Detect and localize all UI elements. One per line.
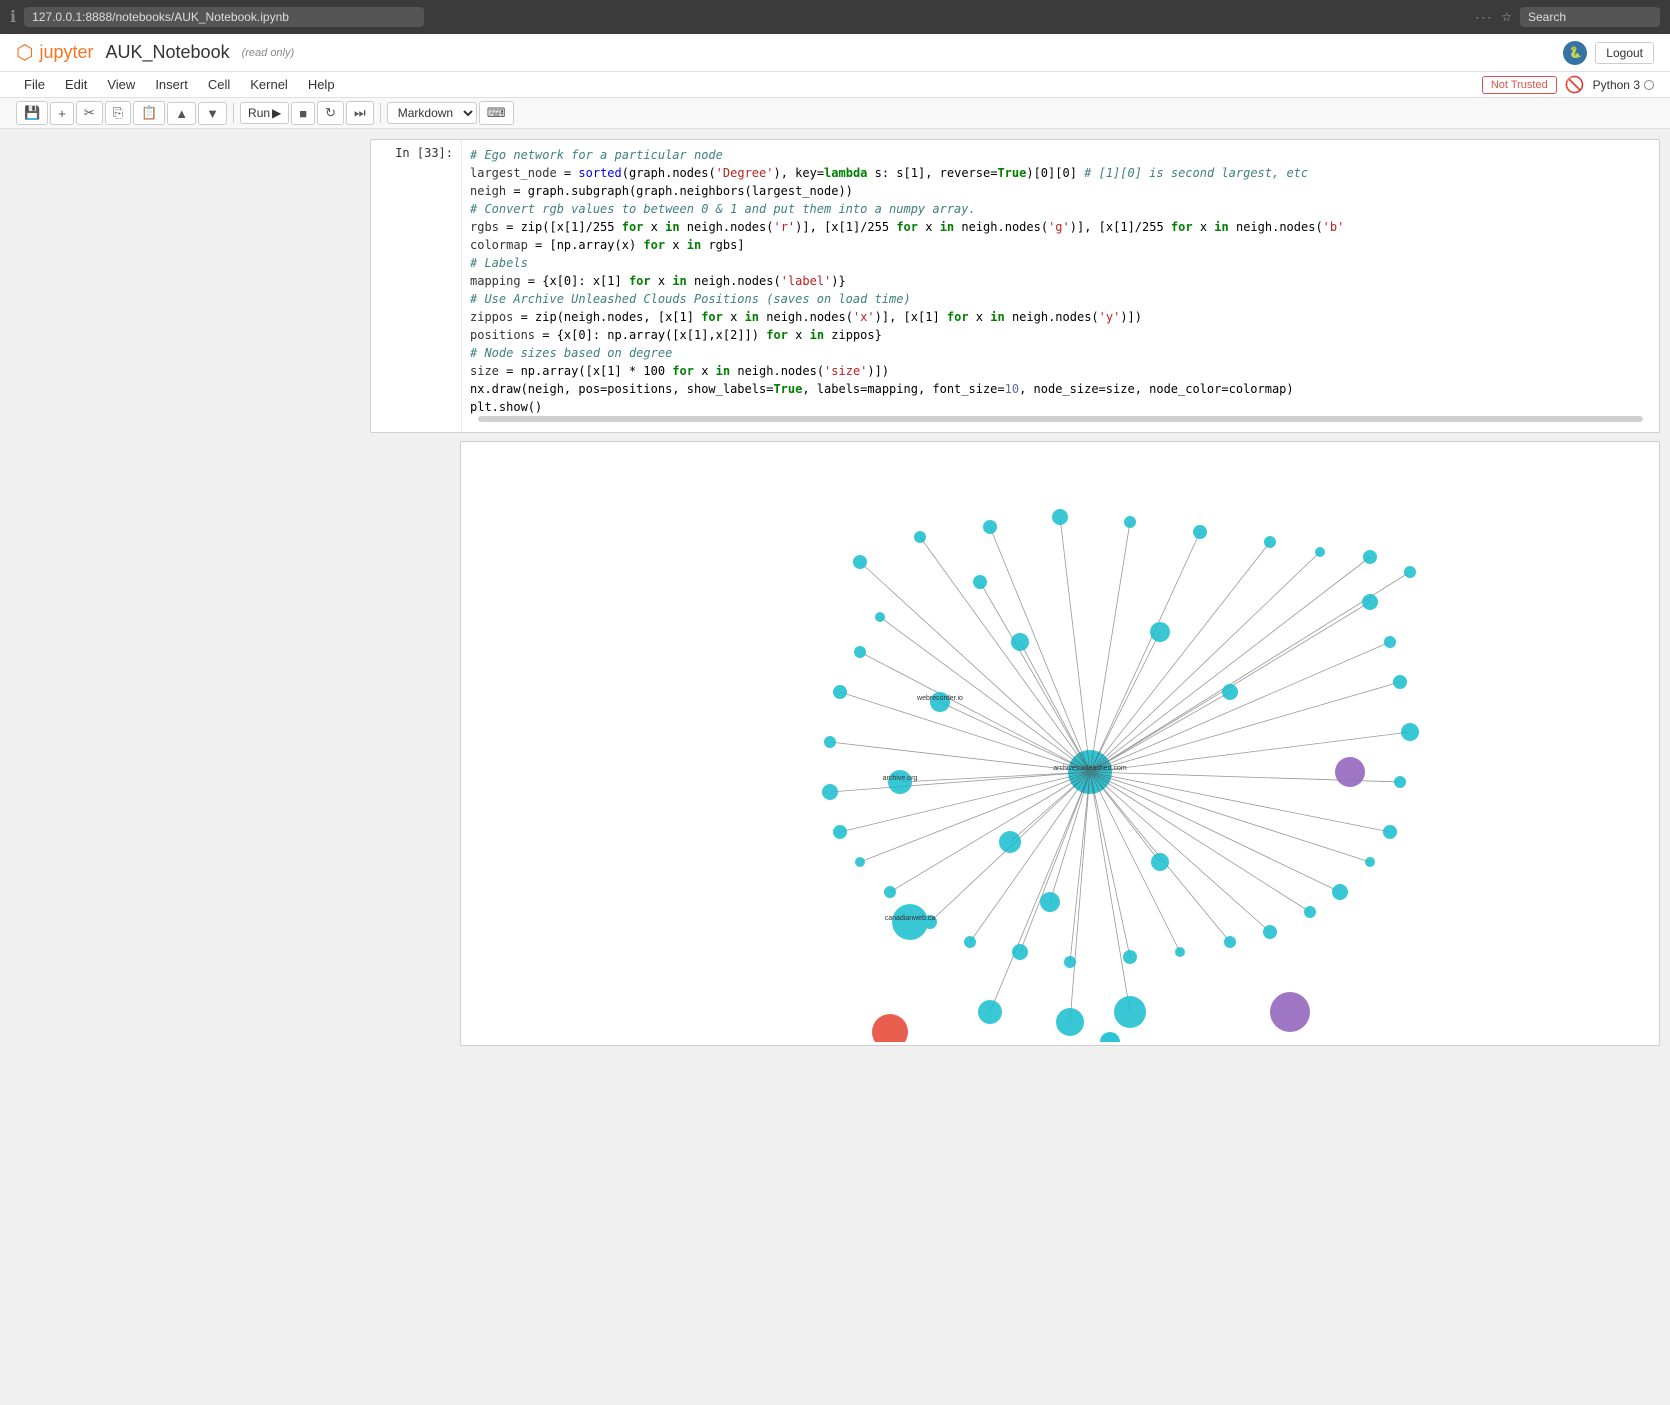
svg-text:archivesunleashed.com: archivesunleashed.com bbox=[1053, 765, 1127, 772]
save-button[interactable]: 💾 bbox=[16, 101, 48, 125]
paste-button[interactable]: 📋 bbox=[133, 101, 165, 125]
code-scrollbar[interactable] bbox=[478, 416, 1643, 422]
jupyter-logo: ⬡ jupyter bbox=[16, 40, 94, 65]
menu-edit[interactable]: Edit bbox=[57, 74, 95, 95]
cell-code[interactable]: # Ego network for a particular node larg… bbox=[461, 140, 1659, 432]
menu-view[interactable]: View bbox=[99, 74, 143, 95]
cut-button[interactable]: ✂ bbox=[76, 101, 103, 125]
menu-kernel[interactable]: Kernel bbox=[242, 74, 296, 95]
svg-text:webrecorder.io: webrecorder.io bbox=[916, 695, 963, 702]
kernel-status-dot bbox=[1644, 80, 1654, 90]
browser-icons: ··· ☆ Search bbox=[1475, 7, 1660, 27]
more-icon[interactable]: ··· bbox=[1475, 10, 1493, 24]
notebook-area: In [33]: # Ego network for a particular … bbox=[360, 129, 1670, 1404]
move-down-button[interactable]: ▼ bbox=[198, 102, 227, 125]
info-icon: ℹ bbox=[10, 7, 16, 27]
svg-text:archive.org: archive.org bbox=[883, 775, 918, 782]
cell-label: In [33]: bbox=[371, 140, 461, 166]
jupyter-brand: jupyter bbox=[39, 42, 93, 63]
add-cell-button[interactable]: + bbox=[50, 102, 74, 125]
network-graph: archivesunleashed.com canadianweb.ca arc… bbox=[461, 442, 1659, 1042]
jupyter-header: ⬡ jupyter AUK_Notebook (read only) 🐍 Log… bbox=[0, 34, 1670, 72]
browser-bar: ℹ 127.0.0.1:8888/notebooks/AUK_Notebook.… bbox=[0, 0, 1670, 34]
graph-output: archivesunleashed.com canadianweb.ca arc… bbox=[460, 441, 1660, 1046]
copy-button[interactable]: ⎘ bbox=[105, 101, 131, 125]
menu-right: Not Trusted 🚫 Python 3 bbox=[1482, 75, 1654, 95]
main-content: In [33]: # Ego network for a particular … bbox=[0, 129, 1670, 1404]
no-icon: 🚫 bbox=[1565, 75, 1585, 95]
notebook-title[interactable]: AUK_Notebook bbox=[106, 42, 230, 63]
not-trusted-button[interactable]: Not Trusted bbox=[1482, 76, 1557, 94]
search-input[interactable]: Search bbox=[1520, 7, 1660, 27]
toolbar: 💾 + ✂ ⎘ 📋 ▲ ▼ Run ▶ ■ ↻ ⏭ Markdown ⌨ bbox=[0, 98, 1670, 129]
sidebar bbox=[0, 129, 360, 1404]
move-up-button[interactable]: ▲ bbox=[167, 102, 196, 125]
menu-insert[interactable]: Insert bbox=[147, 74, 196, 95]
stop-button[interactable]: ■ bbox=[291, 102, 315, 125]
url-bar[interactable]: 127.0.0.1:8888/notebooks/AUK_Notebook.ip… bbox=[24, 7, 424, 27]
kernel-info: Python 3 bbox=[1593, 78, 1654, 92]
restart-button[interactable]: ↻ bbox=[317, 101, 344, 125]
star-icon[interactable]: ☆ bbox=[1501, 10, 1512, 24]
run-icon: ▶ bbox=[272, 106, 281, 120]
toolbar-separator bbox=[233, 103, 234, 123]
cell-type-select[interactable]: Markdown bbox=[387, 102, 477, 124]
menu-cell[interactable]: Cell bbox=[200, 74, 238, 95]
menu-file[interactable]: File bbox=[16, 74, 53, 95]
header-right: 🐍 Logout bbox=[1563, 41, 1654, 65]
run-label: Run bbox=[248, 106, 270, 120]
cell-input: In [33]: # Ego network for a particular … bbox=[371, 140, 1659, 432]
kernel-name: Python 3 bbox=[1593, 78, 1640, 92]
logout-button[interactable]: Logout bbox=[1595, 42, 1654, 64]
python-icon: 🐍 bbox=[1563, 41, 1587, 65]
menu-bar: File Edit View Insert Cell Kernel Help N… bbox=[0, 72, 1670, 98]
restart-run-button[interactable]: ⏭ bbox=[346, 101, 374, 125]
code-cell[interactable]: In [33]: # Ego network for a particular … bbox=[370, 139, 1660, 433]
run-button[interactable]: Run ▶ bbox=[240, 102, 289, 124]
toolbar-separator2 bbox=[380, 103, 381, 123]
svg-text:canadianweb.ca: canadianweb.ca bbox=[885, 915, 936, 922]
jupyter-logo-icon: ⬡ bbox=[16, 40, 33, 65]
menu-help[interactable]: Help bbox=[300, 74, 343, 95]
read-only-badge: (read only) bbox=[242, 47, 295, 59]
keyboard-button[interactable]: ⌨ bbox=[479, 101, 514, 125]
